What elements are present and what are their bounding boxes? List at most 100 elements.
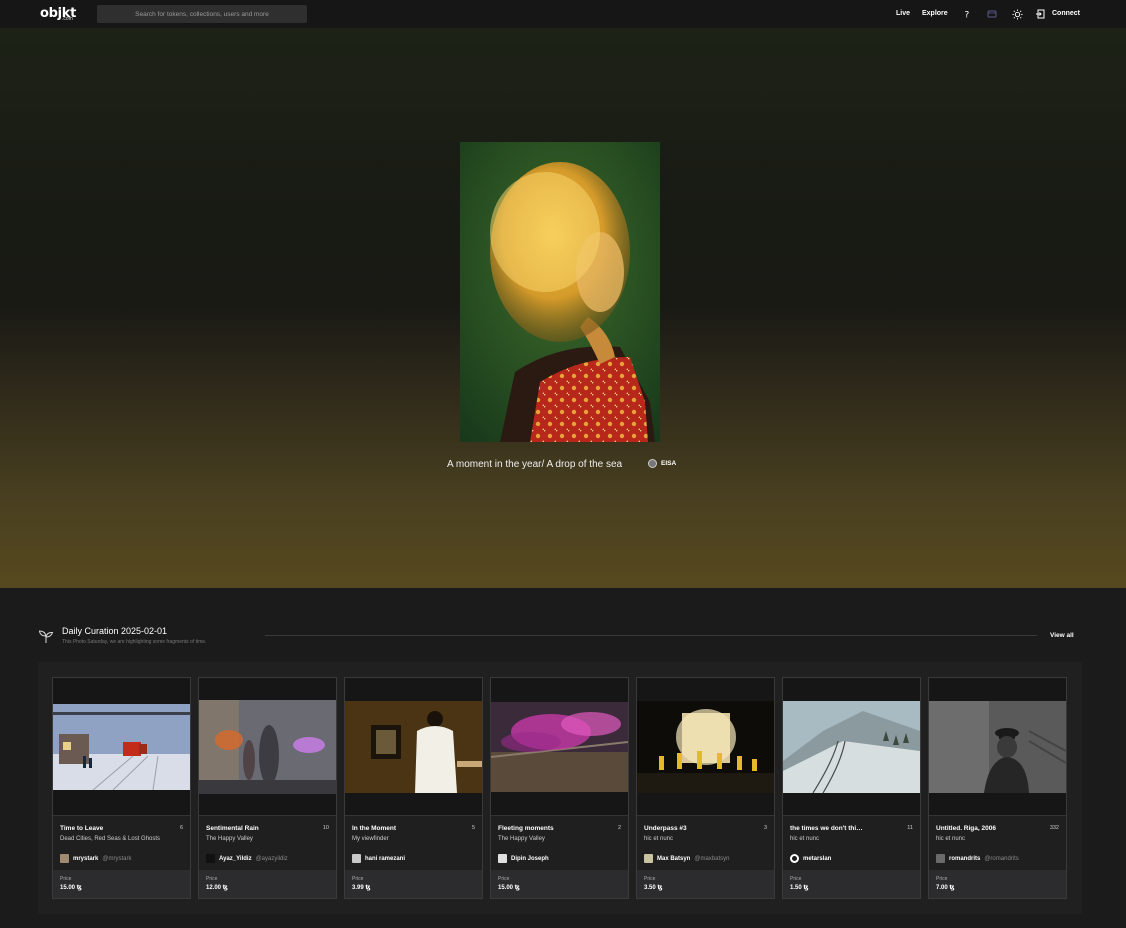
price-value: 15.00 ꜩ: [498, 885, 520, 891]
divider: [265, 635, 1037, 636]
sprout-icon: [38, 628, 54, 644]
collection-name[interactable]: Dead Cities, Red Seas & Lost Ghosts: [60, 836, 160, 842]
token-title: Fleeting moments: [498, 825, 554, 832]
edition-count: 11: [907, 825, 913, 831]
token-title: Underpass #3: [644, 825, 687, 832]
artist-handle: @maxbatsyn: [694, 855, 730, 862]
token-title: Untitled. Riga, 2006: [936, 825, 996, 832]
artist-name: Max Batsyn: [657, 855, 691, 862]
artist-avatar: [60, 854, 69, 863]
artist-info[interactable]: Max Batsyn @maxbatsyn: [644, 854, 729, 863]
artist-avatar: [644, 854, 653, 863]
cart-icon[interactable]: [985, 7, 999, 21]
edition-count: 332: [1049, 825, 1059, 831]
hero-title[interactable]: A moment in the year/ A drop of the sea: [447, 459, 622, 470]
price-box: Price 12.00 ꜩ: [199, 870, 336, 898]
token-card[interactable]: In the Moment 5 My viewfinder hani ramez…: [344, 677, 483, 899]
artist-avatar: [352, 854, 361, 863]
price-value: 12.00 ꜩ: [206, 885, 228, 891]
logo-suffix: .com: [62, 16, 73, 22]
nav-live-link[interactable]: Live: [896, 10, 910, 17]
price-value: 15.00 ꜩ: [60, 885, 82, 891]
edition-count: 3: [763, 825, 767, 831]
nav-explore-link[interactable]: Explore: [922, 10, 948, 17]
artist-avatar: [498, 854, 507, 863]
edition-count: 10: [322, 825, 329, 831]
collection-name[interactable]: The Happy Valley: [206, 836, 253, 842]
price-label: Price: [498, 876, 510, 882]
hero-artwork[interactable]: [460, 142, 660, 442]
collection-name[interactable]: My viewfinder: [352, 836, 389, 842]
token-title: Sentimental Rain: [206, 825, 259, 832]
price-label: Price: [644, 876, 656, 882]
token-card[interactable]: Fleeting moments 2 The Happy Valley Dipi…: [490, 677, 629, 899]
price-value: 3.50 ꜩ: [644, 885, 663, 891]
artist-info[interactable]: romandrits @romandrits: [936, 854, 1019, 863]
price-box: Price 7.00 ꜩ: [929, 870, 1066, 898]
price-label: Price: [936, 876, 948, 882]
artist-info[interactable]: mrystark @mrystark: [60, 854, 131, 863]
artist-name: metarslan: [803, 855, 832, 862]
token-card[interactable]: the times we don't thi… 11 hic et nunc m…: [782, 677, 921, 899]
token-image: [637, 678, 774, 816]
token-image: [345, 678, 482, 816]
price-box: Price 15.00 ꜩ: [491, 870, 628, 898]
price-box: Price 3.50 ꜩ: [637, 870, 774, 898]
svg-text:?: ?: [965, 11, 970, 20]
token-card[interactable]: Untitled. Riga, 2006 332 hic et nunc rom…: [928, 677, 1067, 899]
artist-handle: @ayazyildiz: [255, 855, 288, 862]
connect-icon[interactable]: [1034, 7, 1048, 21]
artist-avatar: [790, 854, 799, 863]
price-label: Price: [60, 876, 72, 882]
artist-avatar: [936, 854, 945, 863]
hero-artist[interactable]: EISA: [648, 459, 676, 468]
artist-name: Dipin Joseph: [511, 855, 549, 862]
top-nav: objkt .com Live Explore ? Connect: [0, 0, 1126, 28]
token-card[interactable]: Underpass #3 3 hic et nunc Max Batsyn @m…: [636, 677, 775, 899]
price-box: Price 1.50 ꜩ: [783, 870, 920, 898]
price-value: 7.00 ꜩ: [936, 885, 955, 891]
artist-name: romandrits: [949, 855, 981, 862]
price-label: Price: [790, 876, 802, 882]
connect-button[interactable]: Connect: [1052, 10, 1080, 17]
price-box: Price 15.00 ꜩ: [53, 870, 190, 898]
curation-subtitle: This Photo Saturday, we are highlighting…: [62, 639, 207, 645]
token-image: [491, 678, 628, 816]
price-box: Price 3.99 ꜩ: [345, 870, 482, 898]
objkt-logo[interactable]: objkt .com: [40, 5, 76, 22]
artist-info[interactable]: Dipin Joseph: [498, 854, 553, 863]
artist-handle: @romandrits: [984, 855, 1019, 862]
edition-count: 2: [617, 825, 621, 831]
theme-toggle-icon[interactable]: [1010, 7, 1024, 21]
price-value: 1.50 ꜩ: [790, 885, 809, 891]
artist-info[interactable]: hani ramezani: [352, 854, 409, 863]
daily-curation-section: Daily Curation 2025-02-01 This Photo Sat…: [0, 588, 1126, 928]
token-image: [199, 678, 336, 816]
token-card[interactable]: Sentimental Rain 10 The Happy Valley Aya…: [198, 677, 337, 899]
token-image: [53, 678, 190, 816]
token-image: [783, 678, 920, 816]
edition-count: 5: [471, 825, 475, 831]
artist-name: Ayaz_Yildiz: [219, 855, 252, 862]
token-title: the times we don't thi…: [790, 825, 863, 832]
artist-info[interactable]: metarslan: [790, 854, 835, 863]
view-all-link[interactable]: View all: [1050, 632, 1074, 639]
edition-count: 6: [179, 825, 183, 831]
token-card[interactable]: Time to Leave 6 Dead Cities, Red Seas & …: [52, 677, 191, 899]
artist-avatar: [206, 854, 215, 863]
price-value: 3.99 ꜩ: [352, 885, 371, 891]
collection-name[interactable]: hic et nunc: [936, 836, 965, 842]
search-input[interactable]: [97, 5, 307, 23]
price-label: Price: [352, 876, 364, 882]
token-title: Time to Leave: [60, 825, 104, 832]
collection-name[interactable]: hic et nunc: [790, 836, 819, 842]
artist-name: mrystark: [73, 855, 99, 862]
price-label: Price: [206, 876, 218, 882]
collection-name[interactable]: hic et nunc: [644, 836, 673, 842]
collection-name[interactable]: The Happy Valley: [498, 836, 545, 842]
hero-artist-avatar: [648, 459, 657, 468]
curation-cards: Time to Leave 6 Dead Cities, Red Seas & …: [38, 662, 1082, 914]
hero-artist-name: EISA: [661, 460, 677, 467]
artist-info[interactable]: Ayaz_Yildiz @ayazyildiz: [206, 854, 288, 863]
help-icon[interactable]: ?: [960, 7, 974, 21]
